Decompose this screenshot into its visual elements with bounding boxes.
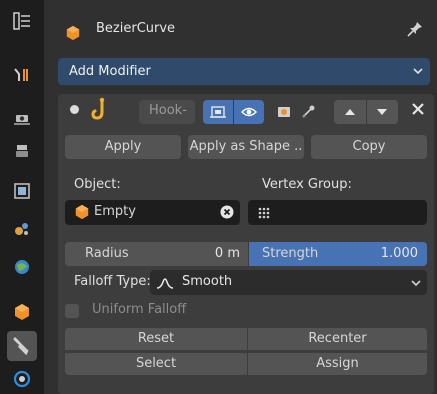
chevron-down-icon [411, 280, 421, 287]
tab-view-layer[interactable] [7, 136, 37, 166]
hook-icon [91, 97, 105, 120]
move-modifier-buttons [334, 100, 398, 124]
radius-label: Radius [85, 246, 129, 261]
tab-object[interactable] [7, 297, 37, 327]
tool-icon [13, 12, 30, 30]
show-in-viewport-toggle[interactable] [234, 100, 264, 124]
tab-particles[interactable] [7, 364, 37, 394]
show-in-render-toggle[interactable] [272, 100, 296, 124]
copy-button[interactable]: Copy [311, 135, 427, 159]
add-modifier-label: Add Modifier [69, 64, 151, 79]
select-button[interactable]: Select [65, 353, 247, 375]
collapse-toggle[interactable] [70, 105, 79, 114]
tab-world[interactable] [7, 214, 37, 244]
modifier-name-field[interactable]: Hook- [139, 100, 195, 124]
object-icon [15, 304, 29, 320]
radius-field[interactable]: Radius 0 m [65, 242, 248, 266]
object-label: Object: [74, 177, 121, 192]
uniform-falloff-label: Uniform Falloff [92, 302, 187, 317]
falloff-type-dropdown[interactable]: Smooth [150, 270, 427, 295]
move-up-icon[interactable] [343, 105, 357, 119]
object-field[interactable]: Empty [65, 200, 240, 225]
assign-button[interactable]: Assign [248, 353, 427, 375]
smooth-falloff-icon [156, 278, 174, 289]
add-modifier-dropdown[interactable]: Add Modifier [58, 58, 430, 85]
modifier-header-row: Hook- [58, 94, 434, 130]
pin-icon[interactable] [407, 21, 423, 37]
recenter-button[interactable]: Recenter [248, 328, 427, 350]
vertex-group-icon [258, 207, 270, 219]
render-camera-icon [278, 107, 290, 117]
tab-modifiers[interactable] [7, 331, 37, 361]
hook-modifier-panel: Hook- Apply Apply as Shape .. Copy Objec… [58, 94, 434, 394]
vertex-group-field[interactable] [248, 200, 427, 225]
view-layer-icon [16, 145, 28, 157]
object-field-value: Empty [94, 204, 136, 219]
tab-output[interactable] [7, 103, 37, 133]
reset-button[interactable]: Reset [65, 328, 247, 350]
on-cage-icon [302, 105, 315, 118]
edit-mode-icon [210, 106, 226, 118]
tab-tool[interactable] [7, 6, 37, 36]
apply-as-shape-button[interactable]: Apply as Shape .. [188, 135, 304, 159]
wrench-icon [13, 337, 29, 355]
uniform-falloff-checkbox[interactable] [65, 304, 79, 318]
output-icon [14, 115, 30, 125]
vertex-group-label: Vertex Group: [262, 177, 352, 192]
scene-icon [14, 183, 30, 199]
globe-icon [15, 260, 29, 274]
chevron-down-icon [413, 68, 423, 75]
curve-object-icon [66, 25, 80, 41]
clear-field-icon[interactable] [220, 205, 234, 219]
strength-label: Strength [262, 246, 319, 261]
world-icon [15, 223, 28, 235]
falloff-type-label: Falloff Type: [74, 274, 151, 289]
show-on-cage-toggle[interactable] [296, 100, 320, 124]
viewport-icon [241, 107, 257, 117]
apply-button[interactable]: Apply [65, 135, 181, 159]
empty-object-icon [75, 204, 89, 220]
tab-scene[interactable] [7, 176, 37, 206]
tab-render[interactable] [7, 60, 37, 90]
particles-icon [13, 370, 31, 388]
move-down-icon[interactable] [375, 105, 389, 119]
show-in-editmode-toggle[interactable] [203, 100, 233, 124]
object-name: BezierCurve [96, 21, 176, 36]
falloff-type-value: Smooth [182, 274, 233, 289]
tab-world-globe[interactable] [7, 252, 37, 282]
radius-value: 0 m [214, 246, 240, 261]
remove-modifier-icon[interactable] [411, 102, 425, 116]
properties-header: BezierCurve [44, 0, 437, 48]
properties-tab-strip [0, 0, 44, 394]
strength-value: 1.000 [380, 246, 418, 261]
properties-editor: BezierCurve Add Modifier Hook- Apply App… [44, 0, 437, 394]
strength-slider[interactable]: Strength 1.000 [249, 242, 427, 266]
render-icon [14, 68, 28, 81]
